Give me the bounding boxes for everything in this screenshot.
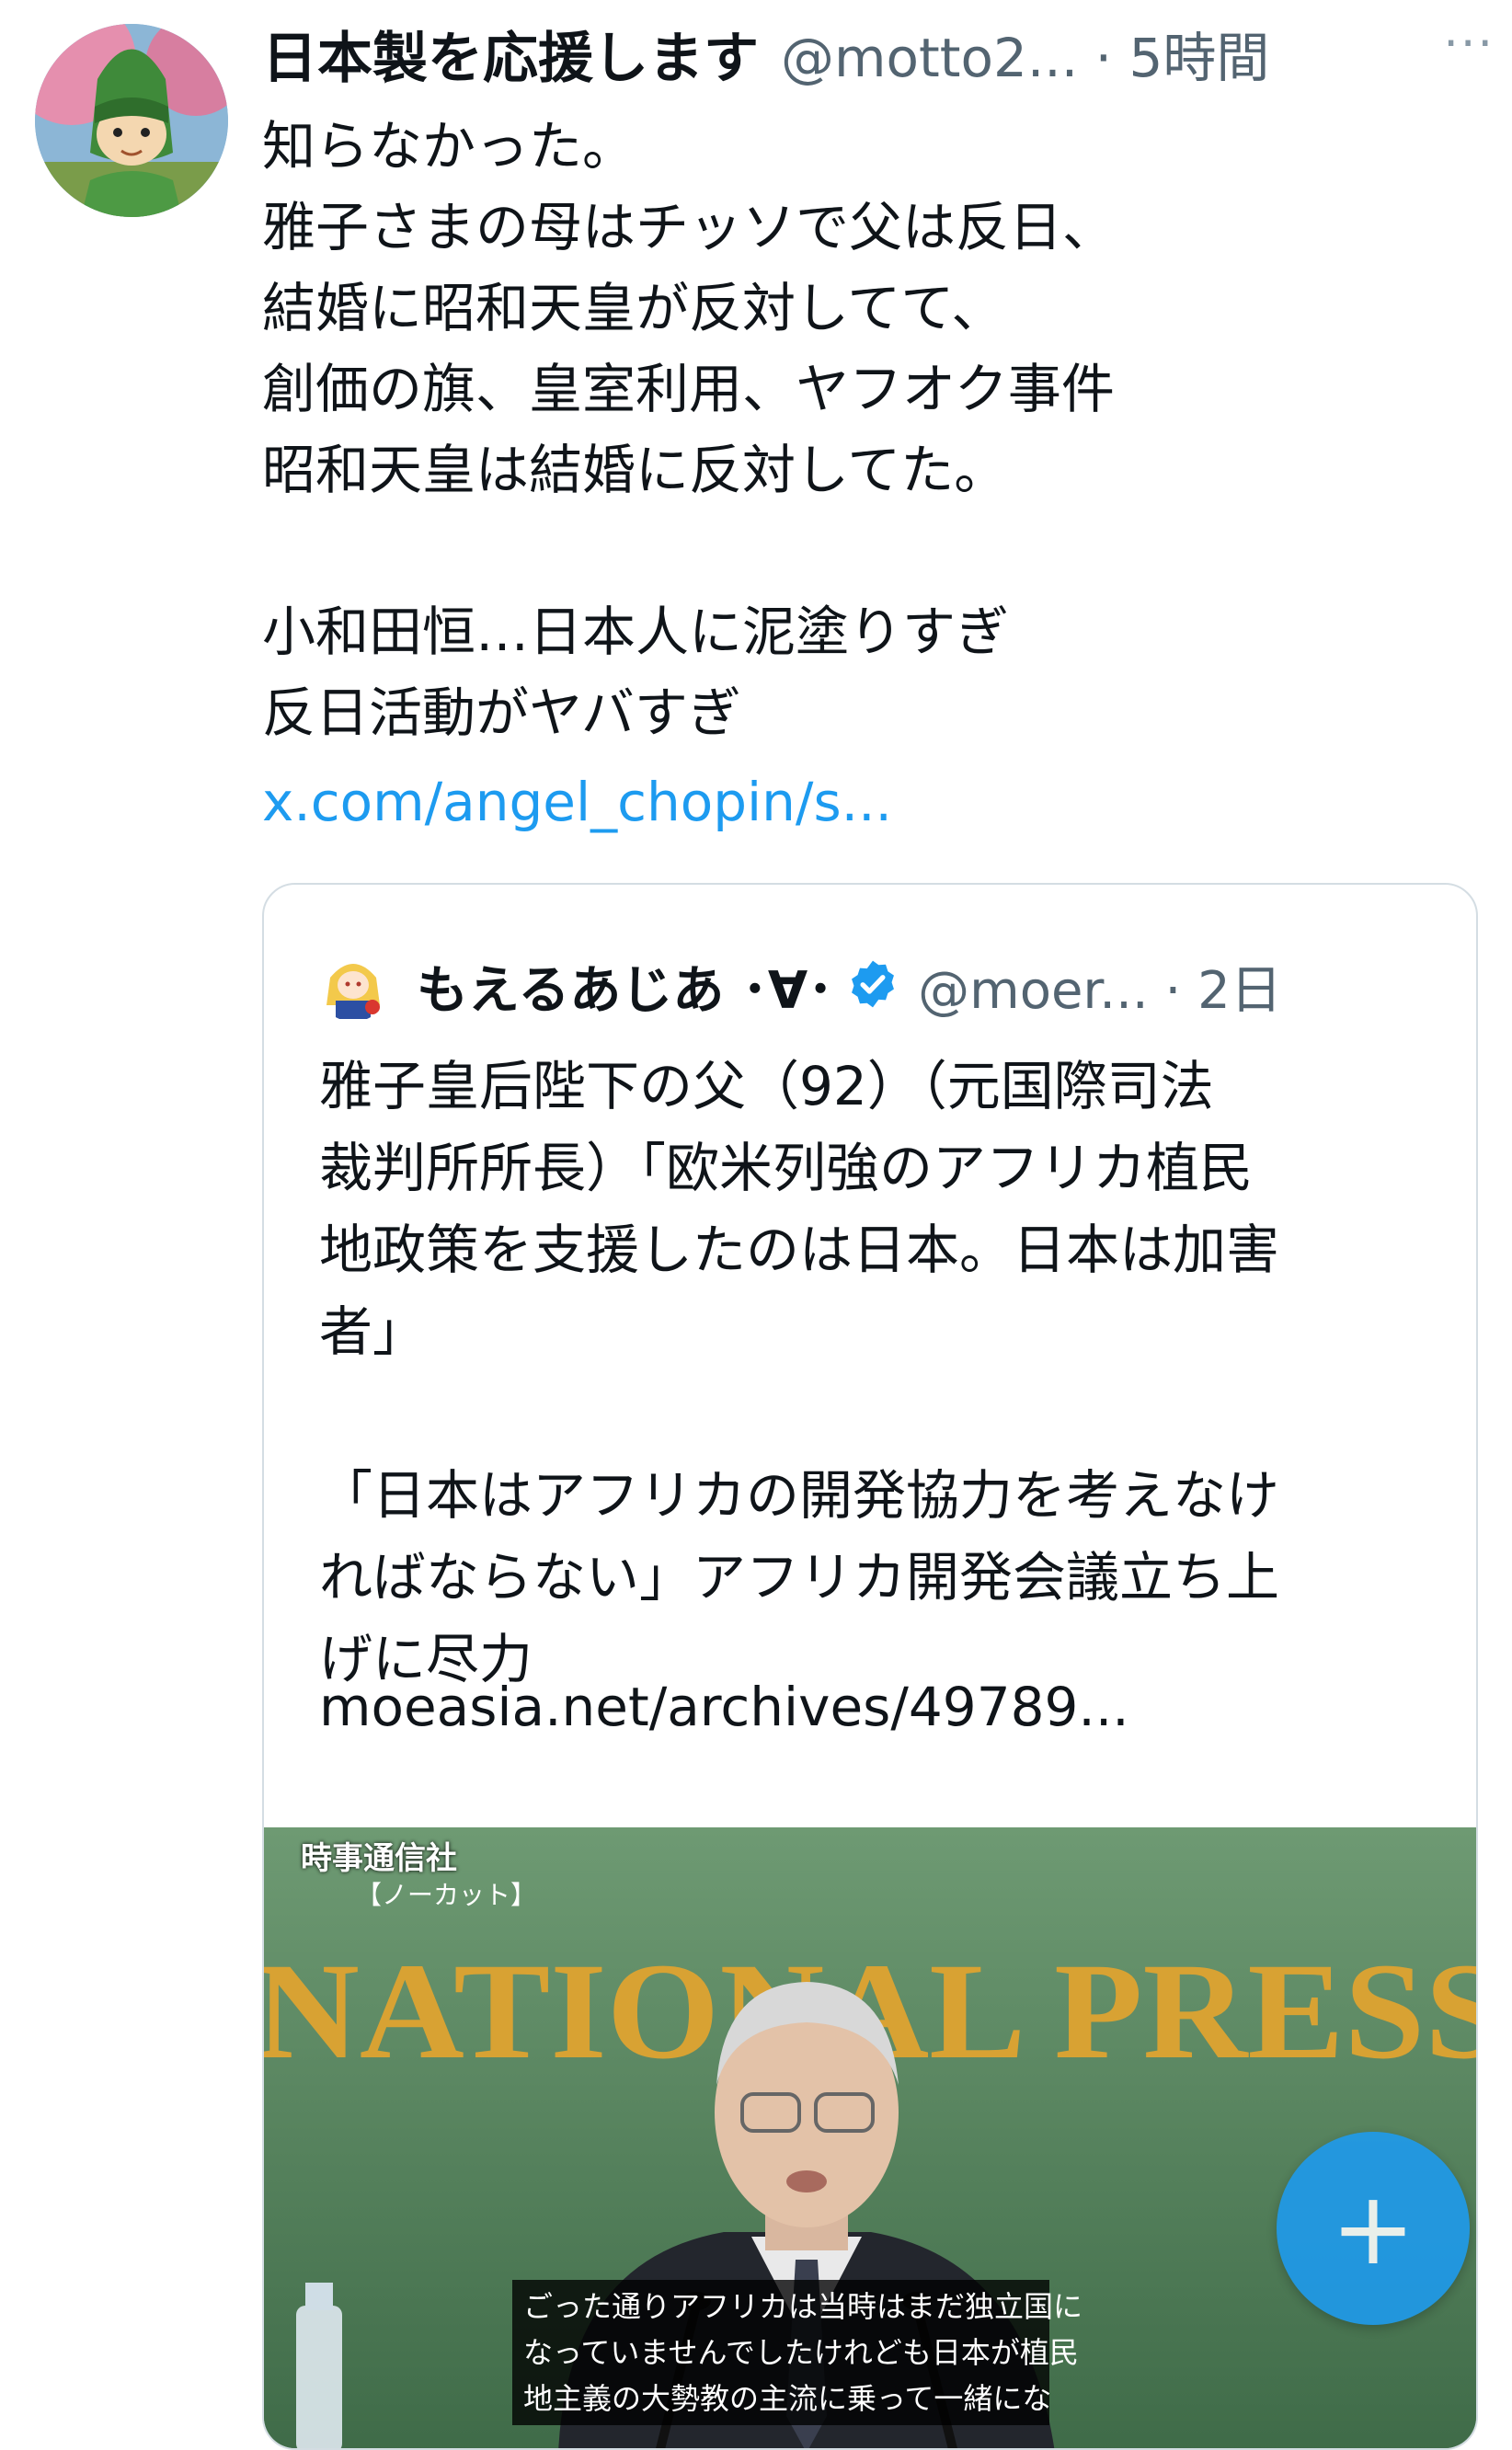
tweet-text: 知らなかった。 雅子さまの母はチッソで父は反日、 結婚に昭和天皇が反対してて、 … bbox=[262, 115, 1117, 744]
quoted-author-avatar[interactable] bbox=[317, 950, 389, 1022]
quoted-tweet-header: もえるあじあ ･∀･ @moer... · 2日 bbox=[317, 940, 1458, 1032]
tweet-header: 日本製を応援します @motto2... · 5時間 ··· bbox=[262, 15, 1495, 92]
author-handle-time[interactable]: @motto2... · 5時間 bbox=[781, 15, 1269, 92]
author-display-name[interactable]: 日本製を応援します bbox=[262, 14, 759, 94]
plus-icon: + bbox=[1330, 2170, 1416, 2287]
quoted-tweet-link[interactable]: moeasia.net/archives/49789... bbox=[319, 1676, 1129, 1738]
more-options-icon[interactable]: ··· bbox=[1443, 17, 1495, 72]
quoted-author-handle-time[interactable]: @moer... · 2日 bbox=[918, 949, 1282, 1024]
broadcaster-subtitle: 【ノーカット】 bbox=[356, 1880, 537, 1910]
tweet-link[interactable]: x.com/angel_chopin/s... bbox=[262, 771, 892, 833]
video-caption: ごった通りアフリカは当時はまだ独立国に なっていませんでしたけれども日本が植民 … bbox=[512, 2280, 1082, 2425]
quoted-tweet-text: 雅子皇后陛下の父（92）（元国際司法 裁判所所長）「欧米列強のアフリカ植民 地政… bbox=[319, 1055, 1280, 1690]
broadcaster-logo-text: 時事通信社 bbox=[301, 1840, 457, 1877]
quoted-author-display-name[interactable]: もえるあじあ ･∀･ bbox=[417, 949, 833, 1024]
compose-button[interactable]: + bbox=[1277, 2132, 1470, 2325]
author-avatar[interactable] bbox=[35, 24, 228, 217]
quoted-tweet-media[interactable]: NATIONAL PRESS 時事通信社 【ノーカット】 ごった通りアフリカは当… bbox=[264, 1827, 1476, 2448]
quoted-avatar-illustration bbox=[317, 950, 389, 1022]
avatar-illustration bbox=[35, 24, 228, 217]
verified-badge-icon bbox=[846, 957, 899, 1014]
